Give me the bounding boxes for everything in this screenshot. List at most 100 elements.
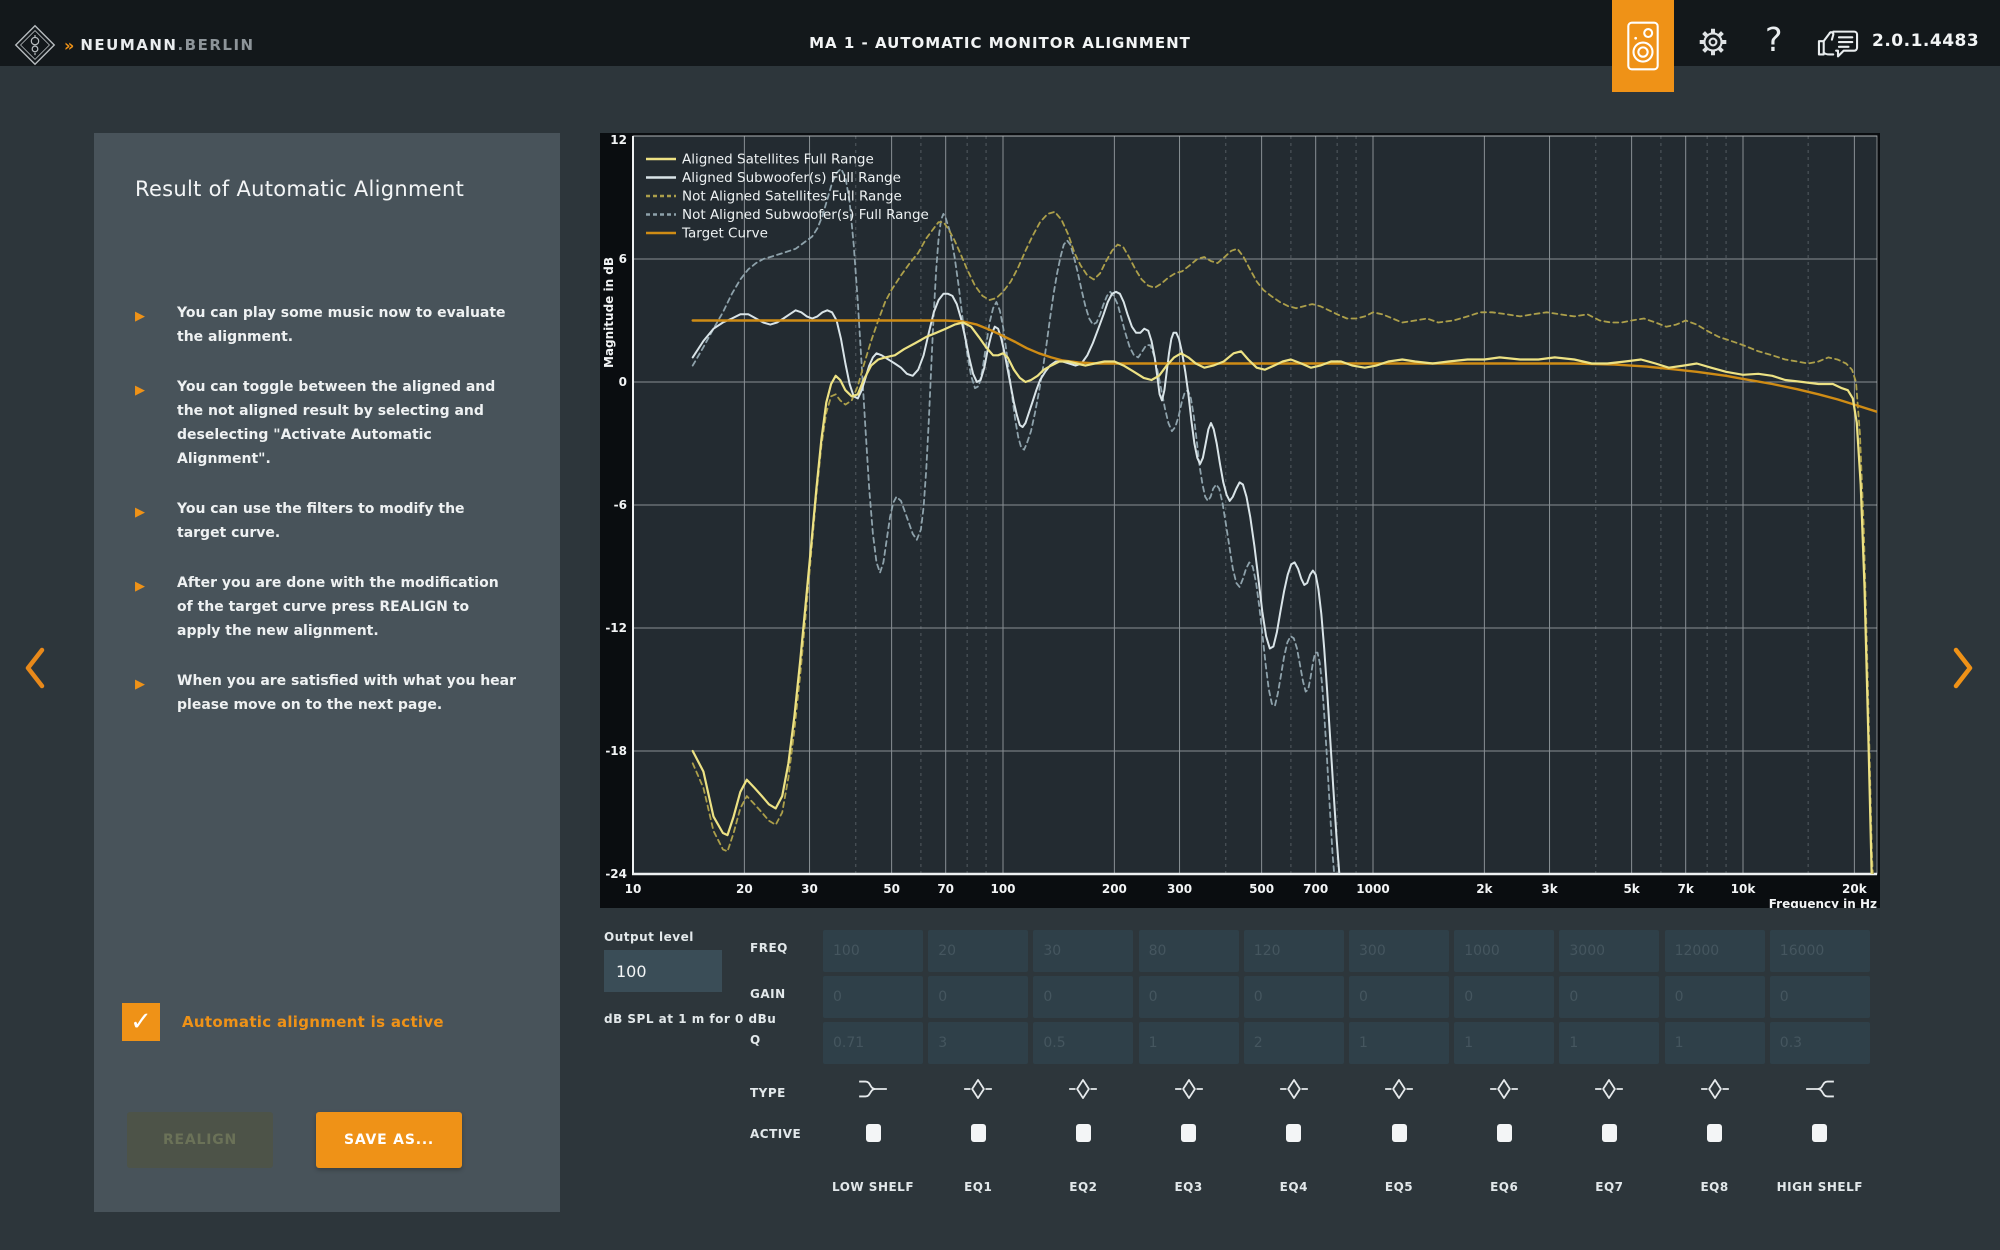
- eq-type-eq7[interactable]: [1559, 1077, 1659, 1103]
- eq-cell-q-high-shelf[interactable]: 0.3: [1770, 1022, 1870, 1064]
- eq-active-checkbox-eq6[interactable]: [1497, 1124, 1512, 1142]
- automatic-alignment-checkbox[interactable]: ✓: [122, 1003, 160, 1041]
- svg-text:0: 0: [619, 375, 627, 389]
- automatic-alignment-row: ✓ Automatic alignment is active: [122, 1003, 444, 1041]
- gear-icon: [1694, 23, 1732, 61]
- eq-cell-q-eq7[interactable]: 1: [1559, 1022, 1659, 1064]
- eq-type-eq5[interactable]: [1349, 1077, 1449, 1103]
- bullet-triangle-icon: ▶: [135, 575, 145, 599]
- eq-cell-gain-eq6[interactable]: 0: [1454, 976, 1554, 1018]
- previous-page-button[interactable]: [20, 646, 50, 690]
- output-level-input[interactable]: [604, 950, 722, 992]
- eq-type-eq1[interactable]: [928, 1077, 1028, 1103]
- eq-active-checkbox-eq8[interactable]: [1707, 1124, 1722, 1142]
- eq-cell-freq-eq7[interactable]: 3000: [1559, 930, 1659, 972]
- eq-active-checkbox-eq5[interactable]: [1392, 1124, 1407, 1142]
- eq-cell-freq-eq4[interactable]: 120: [1244, 930, 1344, 972]
- peak-filter-icon: [1488, 1077, 1520, 1101]
- question-mark-icon: ?: [1765, 20, 1783, 59]
- eq-cell-gain-low-shelf[interactable]: 0: [823, 976, 923, 1018]
- monitor-setup-button[interactable]: [1612, 0, 1674, 92]
- eq-cell-gain-eq8[interactable]: 0: [1665, 976, 1765, 1018]
- eq-active-checkbox-eq2[interactable]: [1076, 1124, 1091, 1142]
- eq-active-checkbox-eq4[interactable]: [1286, 1124, 1301, 1142]
- eq-band-label-eq6: EQ6: [1454, 1180, 1554, 1194]
- eq-active-checkbox-low-shelf[interactable]: [866, 1124, 881, 1142]
- svg-text:20k: 20k: [1842, 882, 1868, 896]
- eq-cell-freq-eq5[interactable]: 300: [1349, 930, 1449, 972]
- eq-type-high-shelf[interactable]: [1770, 1077, 1870, 1103]
- feedback-button[interactable]: [1814, 24, 1862, 68]
- eq-active-checkbox-eq1[interactable]: [971, 1124, 986, 1142]
- eq-type-eq3[interactable]: [1139, 1077, 1239, 1103]
- eq-band-label-high-shelf: HIGH SHELF: [1770, 1180, 1870, 1194]
- eq-cell-q-eq5[interactable]: 1: [1349, 1022, 1449, 1064]
- eq-cell-freq-high-shelf[interactable]: 16000: [1770, 930, 1870, 972]
- eq-cell-gain-eq2[interactable]: 0: [1033, 976, 1133, 1018]
- svg-text:20: 20: [736, 882, 753, 896]
- eq-type-eq8[interactable]: [1665, 1077, 1765, 1103]
- eq-row-label-type: TYPE: [750, 1086, 786, 1100]
- eq-cell-gain-high-shelf[interactable]: 0: [1770, 976, 1870, 1018]
- eq-type-eq2[interactable]: [1033, 1077, 1133, 1103]
- y-axis-label: Magnitude in dB: [602, 257, 616, 368]
- eq-active-row-eq4: [1244, 1124, 1344, 1142]
- peak-filter-icon: [1278, 1077, 1310, 1101]
- eq-active-row-eq7: [1559, 1124, 1659, 1142]
- instruction-item: ▶You can toggle between the aligned and …: [135, 375, 517, 471]
- legend-label: Aligned Satellites Full Range: [682, 152, 874, 168]
- svg-text:7k: 7k: [1678, 882, 1695, 896]
- eq-type-eq4[interactable]: [1244, 1077, 1344, 1103]
- svg-text:3k: 3k: [1541, 882, 1558, 896]
- eq-cell-gain-eq1[interactable]: 0: [928, 976, 1028, 1018]
- eq-cell-q-eq3[interactable]: 1: [1139, 1022, 1239, 1064]
- automatic-alignment-label: Automatic alignment is active: [182, 1013, 444, 1031]
- svg-text:5k: 5k: [1623, 882, 1640, 896]
- high-shelf-filter-icon: [1804, 1077, 1836, 1101]
- save-as-button[interactable]: SAVE AS...: [316, 1112, 462, 1168]
- bullet-triangle-icon: ▶: [135, 379, 145, 403]
- eq-cell-freq-eq2[interactable]: 30: [1033, 930, 1133, 972]
- eq-cell-q-eq6[interactable]: 1: [1454, 1022, 1554, 1064]
- eq-cell-gain-eq4[interactable]: 0: [1244, 976, 1344, 1018]
- eq-cell-freq-eq1[interactable]: 20: [928, 930, 1028, 972]
- eq-cell-q-low-shelf[interactable]: 0.71: [823, 1022, 923, 1064]
- realign-button[interactable]: REALIGN: [127, 1112, 273, 1168]
- svg-text:2k: 2k: [1476, 882, 1493, 896]
- eq-cell-gain-eq7[interactable]: 0: [1559, 976, 1659, 1018]
- svg-text:-24: -24: [605, 867, 627, 881]
- instruction-item: ▶When you are satisfied with what you he…: [135, 669, 517, 717]
- eq-active-checkbox-high-shelf[interactable]: [1812, 1124, 1827, 1142]
- eq-cell-gain-eq3[interactable]: 0: [1139, 976, 1239, 1018]
- next-page-button[interactable]: [1948, 646, 1978, 690]
- eq-cell-q-eq8[interactable]: 1: [1665, 1022, 1765, 1064]
- eq-cell-freq-low-shelf[interactable]: 100: [823, 930, 923, 972]
- svg-text:70: 70: [937, 882, 954, 896]
- output-level-unit: dB SPL at 1 m for 0 dBu: [604, 1012, 776, 1026]
- eq-cell-freq-eq8[interactable]: 12000: [1665, 930, 1765, 972]
- eq-active-row-low-shelf: [823, 1124, 923, 1142]
- svg-text:100: 100: [990, 882, 1015, 896]
- eq-type-eq6[interactable]: [1454, 1077, 1554, 1103]
- svg-text:500: 500: [1249, 882, 1274, 896]
- peak-filter-icon: [1067, 1077, 1099, 1101]
- svg-text:6: 6: [619, 252, 627, 266]
- svg-text:10: 10: [625, 882, 642, 896]
- eq-band-label-eq8: EQ8: [1665, 1180, 1765, 1194]
- eq-row-label-freq: FREQ: [750, 941, 788, 955]
- eq-cell-gain-eq5[interactable]: 0: [1349, 976, 1449, 1018]
- eq-cell-freq-eq3[interactable]: 80: [1139, 930, 1239, 972]
- instruction-list: ▶You can play some music now to evaluate…: [135, 301, 495, 743]
- eq-cell-q-eq1[interactable]: 3: [928, 1022, 1028, 1064]
- eq-active-checkbox-eq7[interactable]: [1602, 1124, 1617, 1142]
- eq-cell-freq-eq6[interactable]: 1000: [1454, 930, 1554, 972]
- eq-cell-q-eq4[interactable]: 2: [1244, 1022, 1344, 1064]
- settings-button[interactable]: [1694, 23, 1732, 65]
- ma1-app-window: » NEUMANN.BERLIN MA 1 - AUTOMATIC MONITO…: [0, 0, 2000, 1250]
- help-button[interactable]: ?: [1765, 20, 1783, 59]
- eq-band-label-eq7: EQ7: [1559, 1180, 1659, 1194]
- eq-active-checkbox-eq3[interactable]: [1181, 1124, 1196, 1142]
- peak-filter-icon: [1173, 1077, 1205, 1101]
- eq-type-low-shelf[interactable]: [823, 1077, 923, 1103]
- eq-cell-q-eq2[interactable]: 0.5: [1033, 1022, 1133, 1064]
